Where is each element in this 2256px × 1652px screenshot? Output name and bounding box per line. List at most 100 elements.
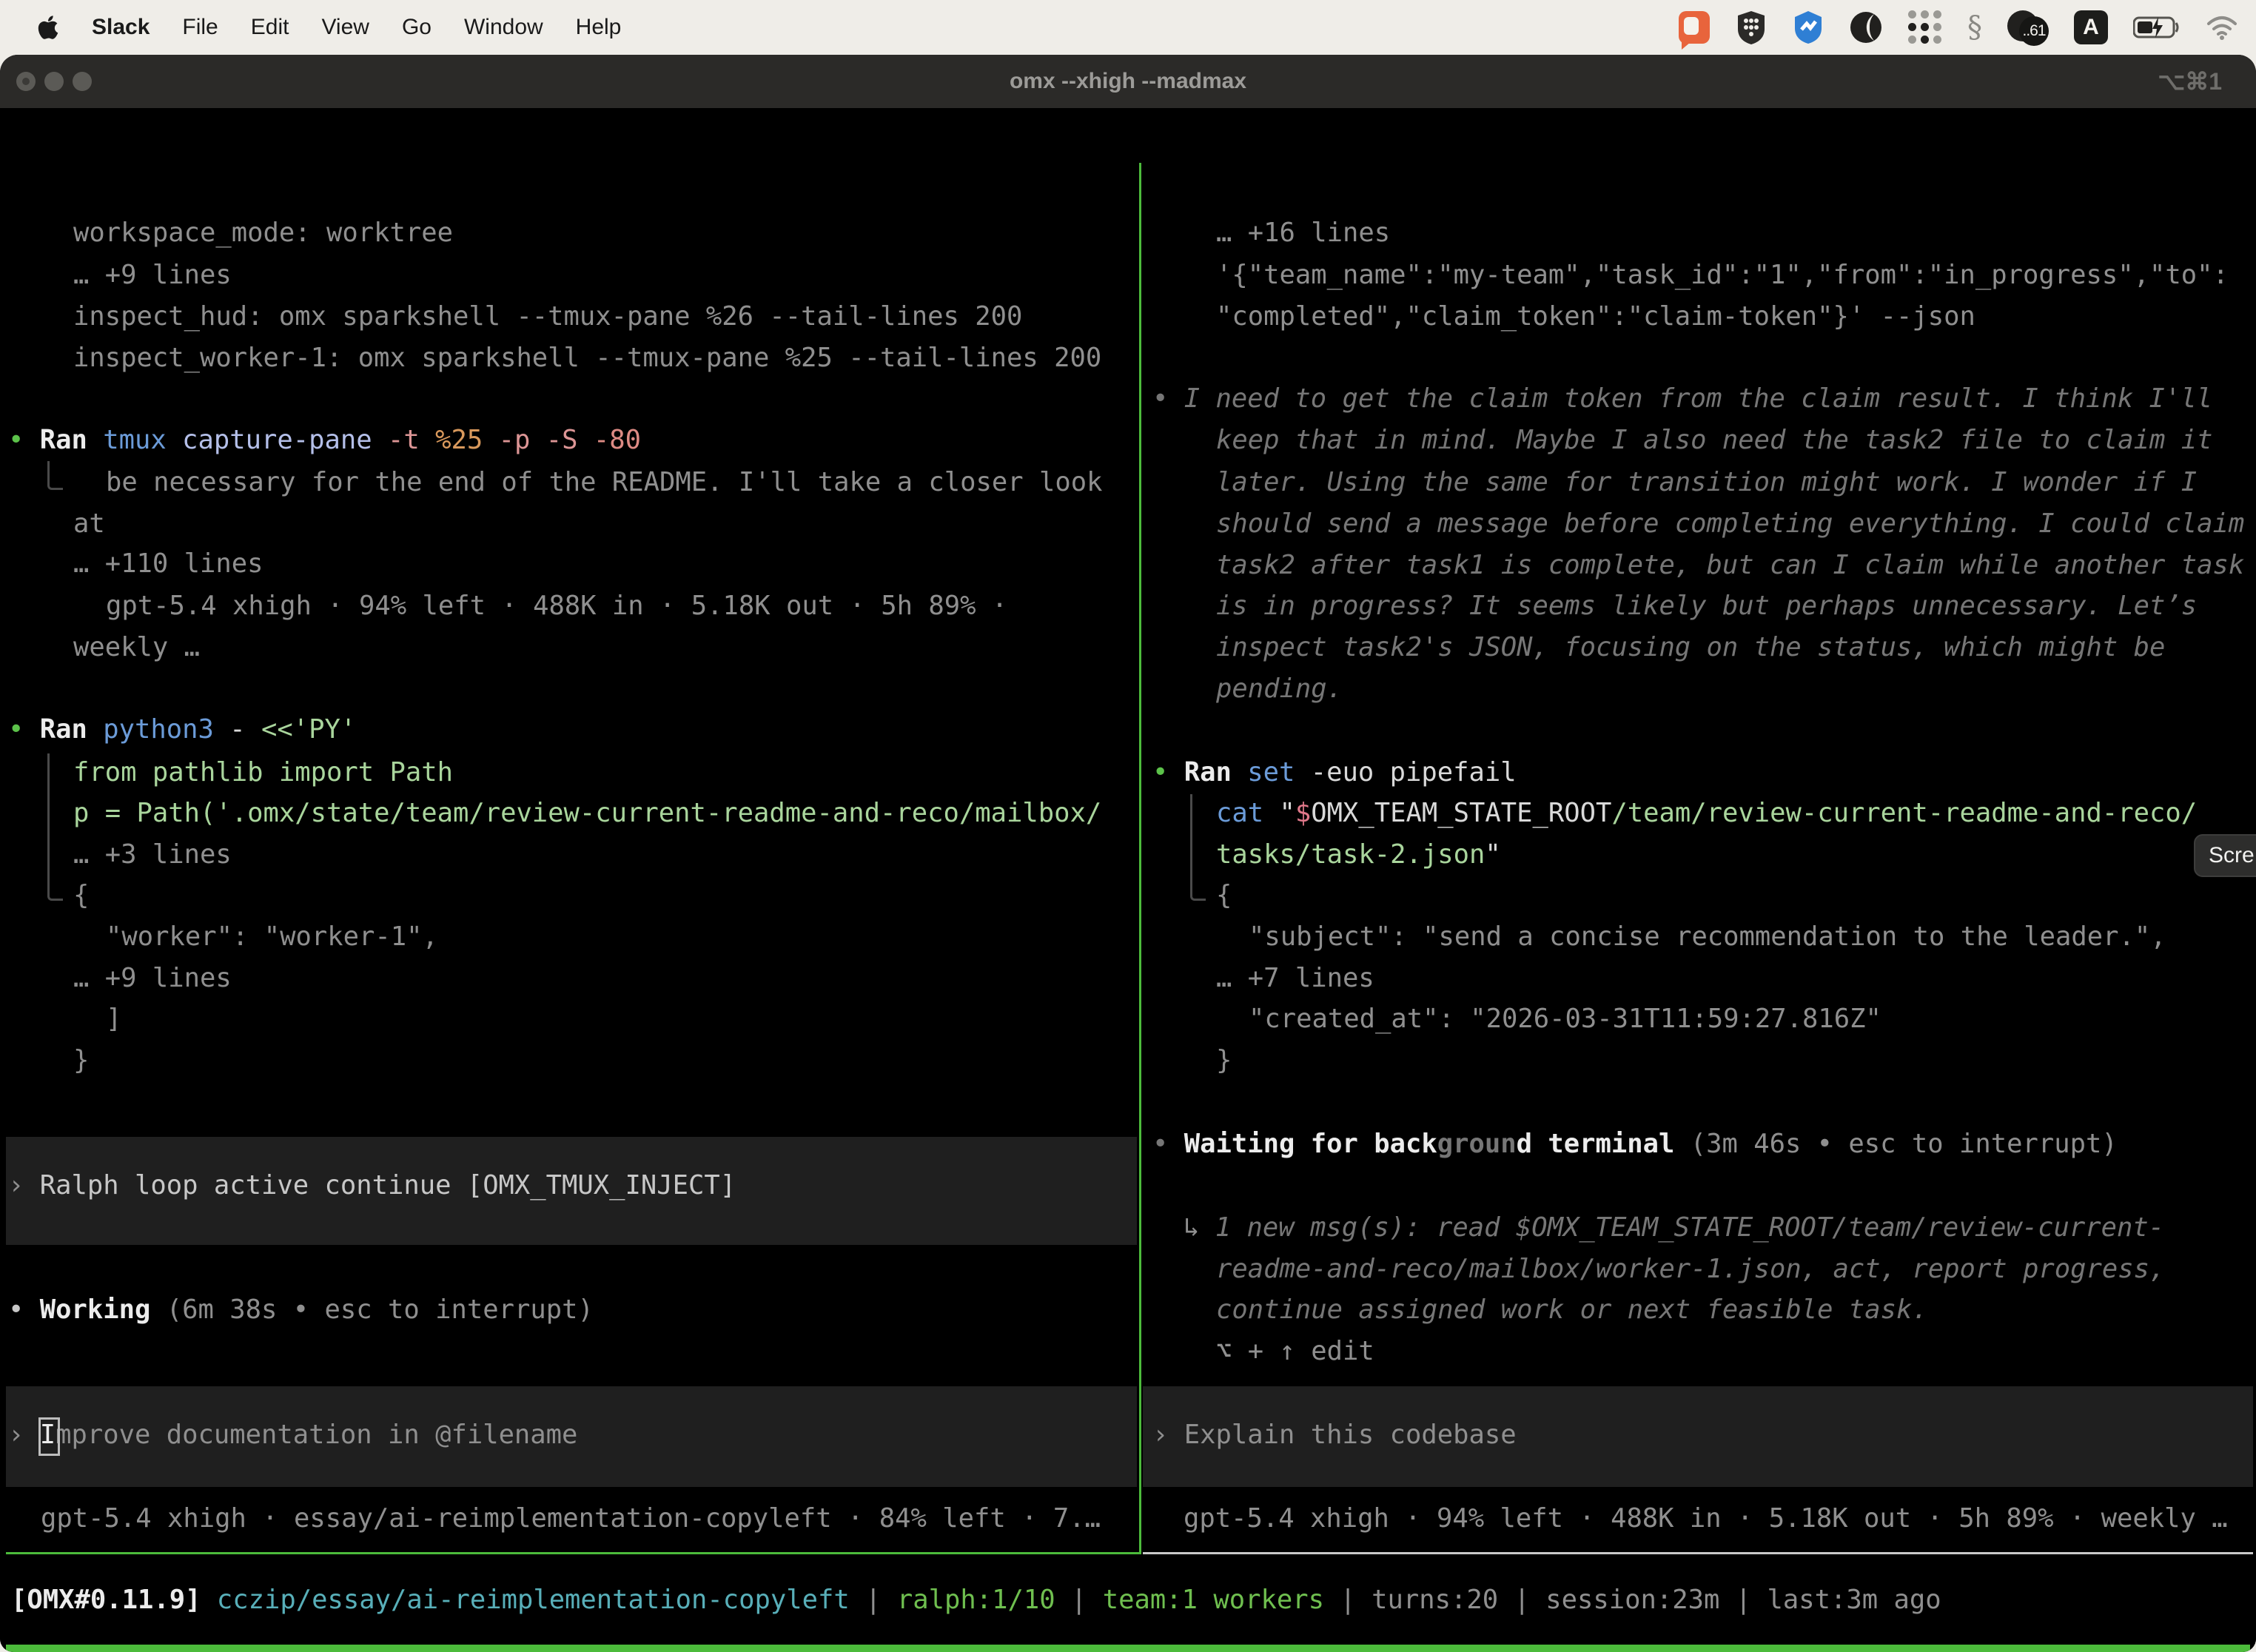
terminal-text-segment: Ralph loop active continue [OMX_TMUX_INJ…	[40, 1170, 736, 1201]
terminal-text-segment: … +3 lines	[73, 839, 232, 870]
terminal-text-segment: "	[1485, 839, 1500, 870]
letter-a-tile-icon[interactable]: A	[2074, 9, 2108, 46]
terminal-line: "worker": "worker-1",	[106, 916, 438, 958]
terminal-text-segment: python3	[103, 714, 214, 745]
terminal-text-segment: continue assigned work or next feasible …	[1216, 1295, 1928, 1325]
terminal-text-segment: team:1 workers	[1103, 1585, 1324, 1615]
pane-divider[interactable]	[1139, 163, 1141, 1554]
terminal-text-segment: Working	[40, 1295, 151, 1325]
terminal-text-segment: … +9 lines	[73, 260, 232, 290]
terminal-line: task2 after task1 is complete, but can I…	[1216, 545, 2244, 586]
screen-overlay-pill: Scre	[2194, 834, 2256, 877]
terminal-text-segment: ↳	[1184, 1212, 1215, 1243]
terminal-line: › Improve documentation in @filename	[8, 1414, 577, 1456]
terminal-text-segment: later. Using the same for transition mig…	[1216, 467, 2197, 497]
apps-grid-icon[interactable]	[1908, 9, 1942, 46]
terminal-text-segment: Explain this codebase	[1184, 1420, 1517, 1450]
terminal-text-segment: ›	[8, 1170, 24, 1201]
terminal-text-segment: … +9 lines	[73, 963, 232, 993]
menu-status-icons: § ..61 A	[1679, 9, 2256, 46]
battery-icon[interactable]	[2133, 9, 2181, 46]
terminal-line: inspect_worker-1: omx sparkshell --tmux-…	[73, 338, 1101, 379]
clef-icon[interactable]: §	[1967, 9, 1982, 46]
terminal-text-segment: {	[1216, 880, 1232, 910]
terminal-text-segment: at	[73, 508, 105, 539]
terminal-text-segment: cczip/essay/ai-reimplementation-copyleft	[217, 1585, 850, 1615]
terminal-line: {	[73, 875, 89, 916]
terminal-line: … +9 lines	[73, 958, 232, 999]
terminal-text-segment: inspect_hud: omx sparkshell --tmux-pane …	[73, 301, 1022, 332]
menu-item-go[interactable]: Go	[402, 15, 432, 40]
terminal-line: ]	[106, 998, 121, 1040]
menu-item-view[interactable]: View	[321, 15, 369, 40]
terminal-text-segment: gpt-5.4 xhigh · 94% left · 488K in · 5.1…	[1184, 1503, 2228, 1534]
terminal-line: tasks/task-2.json"	[1216, 834, 1501, 876]
terminal-text-segment	[1168, 1420, 1184, 1450]
terminal-line: "completed","claim_token":"claim-token"}…	[1216, 296, 1975, 338]
terminal-text-segment: … +110 lines	[73, 548, 263, 579]
terminal-text-segment: should send a message before completing …	[1216, 508, 2244, 539]
terminal-line: • I need to get the claim token from the…	[1152, 378, 2212, 420]
terminal-line: … +9 lines	[73, 255, 232, 296]
terminal-line: gpt-5.4 xhigh · essay/ai-reimplementatio…	[41, 1498, 1101, 1539]
terminal-text-segment: "worker": "worker-1",	[106, 921, 438, 952]
terminal-text-segment: -p	[483, 425, 530, 455]
terminal-line: • Ran python3 - <<'PY'	[8, 709, 356, 751]
shield-icon[interactable]	[1735, 9, 1767, 46]
tmux-session-label: [omx-cczip0:bash*	[12, 1645, 281, 1652]
terminal-text-segment: •	[1152, 383, 1168, 414]
terminal-text-segment: '{"team_name":"my-team","task_id":"1","f…	[1216, 260, 2229, 290]
terminal-line: › Ralph loop active continue [OMX_TMUX_I…	[8, 1165, 736, 1206]
terminal-text-segment	[1232, 757, 1247, 788]
terminal-text-segment: <<'PY'	[261, 714, 356, 745]
terminal-line: "subject": "send a concise recommendatio…	[1249, 916, 2166, 958]
wifi-icon[interactable]	[2206, 9, 2238, 46]
terminal-line: workspace_mode: worktree	[73, 212, 453, 254]
terminal-window: omx --xhigh --madmax ⌥⌘1 workspace_mode:…	[0, 55, 2256, 1652]
terminal-line: readme-and-reco/mailbox/worker-1.json, a…	[1216, 1249, 2165, 1290]
terminal-line: ↳ 1 new msg(s): read $OMX_TEAM_STATE_ROO…	[1184, 1207, 2164, 1249]
terminal-line: cat "$OMX_TEAM_STATE_ROOT/team/review-cu…	[1216, 793, 2197, 834]
menu-item-edit[interactable]: Edit	[251, 15, 289, 40]
terminal-text-segment: workspace_mode: worktree	[73, 218, 453, 248]
terminal-text-segment: /team/review-current-readme-and-reco/	[1611, 798, 2197, 828]
browser-crescent-icon[interactable]	[1849, 9, 1883, 46]
terminal-text-segment: -euo pipefail	[1295, 757, 1516, 788]
terminal-text-segment: keep that in mind. Maybe I also need the…	[1216, 425, 2213, 455]
left-pane-bottom-border	[6, 1552, 1139, 1554]
chat-app-icon[interactable]	[1679, 9, 1710, 46]
menu-app-name[interactable]: Slack	[92, 15, 150, 40]
terminal-text-segment	[24, 1420, 39, 1450]
window-shortcut-hint: ⌥⌘1	[2158, 55, 2222, 108]
terminal-line: p = Path('.omx/state/team/review-current…	[73, 793, 1101, 834]
output-connector	[1190, 794, 1206, 901]
menu-item-help[interactable]: Help	[576, 15, 622, 40]
terminal-text-segment: readme-and-reco/mailbox/worker-1.json, a…	[1216, 1254, 2165, 1284]
terminal-text-segment: Ran	[40, 425, 87, 455]
terminal-line: weekly …	[73, 627, 200, 668]
terminal-line: … +110 lines	[73, 543, 263, 585]
terminal-line: • Ran set -euo pipefail	[1152, 752, 1517, 793]
terminal-text-segment: inspect_worker-1: omx sparkshell --tmux-…	[73, 343, 1101, 373]
timer-badge-icon[interactable]: ..61	[2007, 9, 2049, 46]
right-pane-bottom-border	[1143, 1552, 2253, 1554]
menu-item-window[interactable]: Window	[464, 15, 543, 40]
terminal-text-segment: -80	[577, 425, 641, 455]
terminal-text-segment	[24, 714, 39, 745]
terminal-text-segment: I need to get the claim token from the c…	[1184, 383, 2212, 414]
terminal-text-segment: … +7 lines	[1216, 963, 1374, 993]
terminal-text-segment: •	[8, 425, 24, 455]
window-title-bar[interactable]: omx --xhigh --madmax ⌥⌘1	[0, 55, 2256, 108]
terminal-text-segment: "created_at": "2026-03-31T11:59:27.816Z"	[1249, 1004, 1881, 1034]
menu-item-file[interactable]: File	[182, 15, 218, 40]
speedtest-icon[interactable]	[1793, 9, 1824, 46]
terminal-line: should send a message before completing …	[1216, 503, 2244, 545]
terminal-text-segment: "	[1263, 798, 1295, 828]
apple-menu-icon[interactable]	[37, 9, 59, 46]
terminal-text-segment: -t	[372, 425, 420, 455]
terminal-text-segment: d terminal	[1517, 1129, 1675, 1159]
terminal-line: keep that in mind. Maybe I also need the…	[1216, 420, 2213, 461]
terminal-text-segment: |	[1498, 1585, 1545, 1615]
terminal-text-segment: gpt-5.4 xhigh · essay/ai-reimplementatio…	[41, 1503, 1101, 1534]
terminal-text-segment: weekly …	[73, 632, 200, 662]
